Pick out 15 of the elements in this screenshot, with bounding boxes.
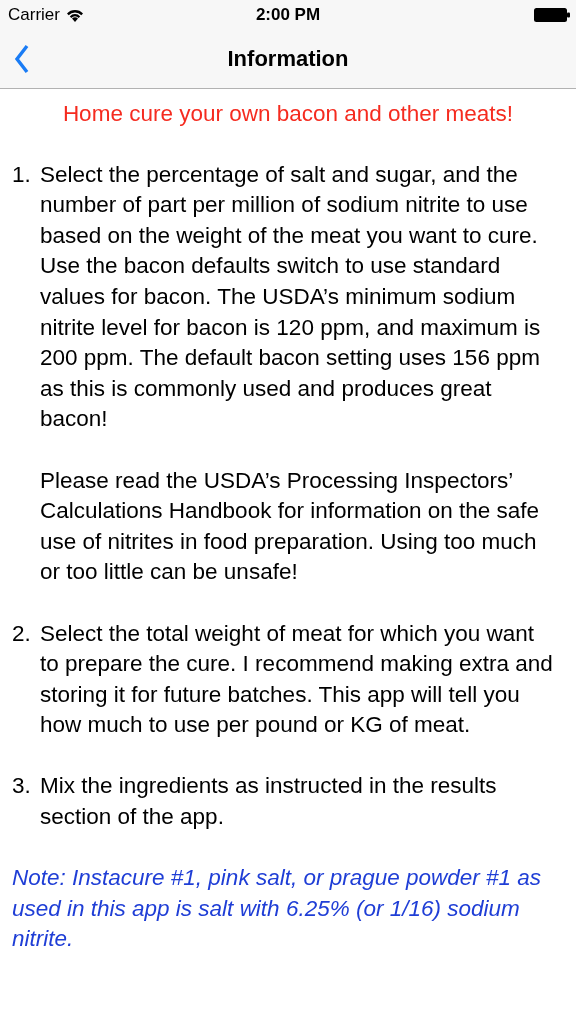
wifi-icon bbox=[65, 8, 84, 22]
step-text: Select the total weight of meat for which you want to prepare the cure. I recommend making extra and storing it for future batches. This app will tell you how much to use per pound or KG of meat. bbox=[40, 619, 554, 740]
battery-icon bbox=[534, 8, 570, 22]
headline-text: Home cure your own bacon and other meats! bbox=[61, 100, 515, 128]
step-text: Select the percentage of salt and sugar, and the number of part per million of sodium nitrite to use based on the weight of the meat you want to cure. Use the bacon defaults switch to use standard values for bacon. The USDA’s minimum sodium nitrite level for bacon is 120 ppm, and maximum is 200 ppm. The default bacon setting uses 156 ppm as this is commonly used and produces great bacon! bbox=[40, 160, 542, 434]
step-number: 3. bbox=[12, 772, 32, 801]
carrier-name: Carrier bbox=[8, 5, 60, 25]
step-text: Mix the ingredients as instructed in the results section of the app. bbox=[40, 772, 498, 832]
nav-title: Information bbox=[227, 46, 349, 72]
step-text: Please read the USDA’s Processing Inspectors’ Calculations Handbook for information on the safe use of nitrites in food preparation. Using too much or too little can be unsafe! bbox=[40, 466, 541, 587]
step-number: 2. bbox=[12, 619, 32, 648]
back-chevron-icon bbox=[14, 44, 30, 74]
note-text: Note: Instacure #1, pink salt, or prague powder #1 as used in this app is salt with 6.25% (or 1/16) sodium nitrite. bbox=[12, 864, 543, 954]
status-time: 2:00 PM bbox=[255, 5, 321, 25]
step-number: 1. bbox=[12, 160, 32, 189]
